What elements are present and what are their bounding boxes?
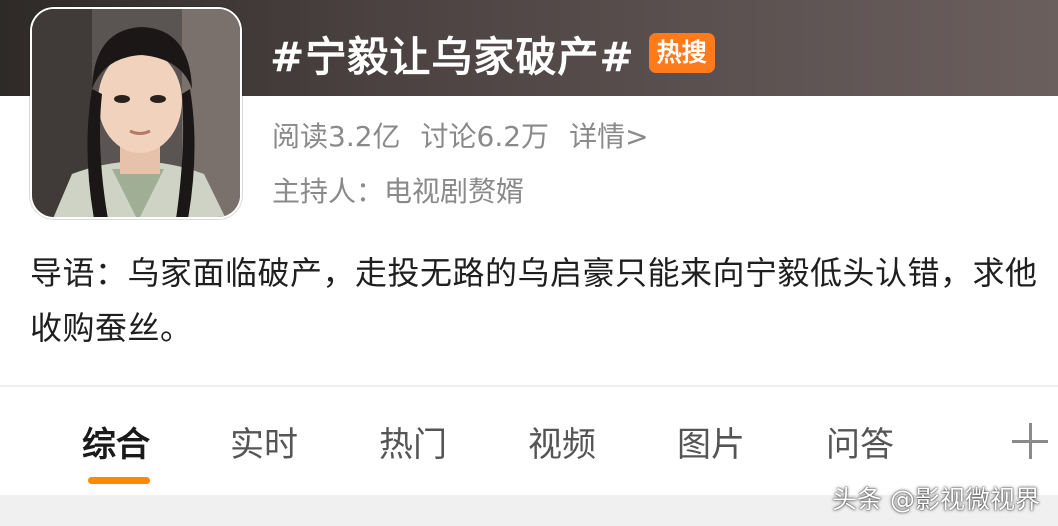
discussion-count: 讨论6.2万	[420, 120, 550, 153]
watermark: 头条 @影视微视界	[832, 485, 1040, 514]
tab-realtime[interactable]: 实时	[230, 417, 298, 466]
topic-intro: 导语：乌家面临破产，走投无路的乌启豪只能来向宁毅低头认错，求他收购蚕丝。	[30, 254, 1038, 347]
hot-search-badge: 热搜	[648, 33, 715, 73]
tab-comprehensive[interactable]: 综合	[82, 417, 150, 466]
read-count: 阅读3.2亿	[272, 120, 401, 153]
topic-title-row: #宁毅让乌家破产# 热搜	[270, 24, 715, 82]
details-link[interactable]: 详情>	[569, 115, 648, 155]
tab-bar: 综合 实时 热门 视频 图片 问答	[0, 387, 1058, 495]
tab-video[interactable]: 视频	[528, 417, 596, 466]
avatar-portrait	[32, 9, 240, 217]
tab-qa[interactable]: 问答	[826, 417, 894, 466]
topic-stats: 阅读3.2亿 讨论6.2万 详情>	[272, 115, 669, 155]
topic-avatar[interactable]	[30, 7, 242, 219]
tab-popular[interactable]: 热门	[379, 417, 447, 466]
topic-host: 主持人：电视剧赘婿	[272, 175, 525, 208]
tab-images[interactable]: 图片	[677, 417, 745, 466]
active-tab-indicator	[88, 477, 150, 484]
topic-title: #宁毅让乌家破产#	[270, 33, 635, 81]
plus-icon[interactable]	[1012, 423, 1048, 459]
